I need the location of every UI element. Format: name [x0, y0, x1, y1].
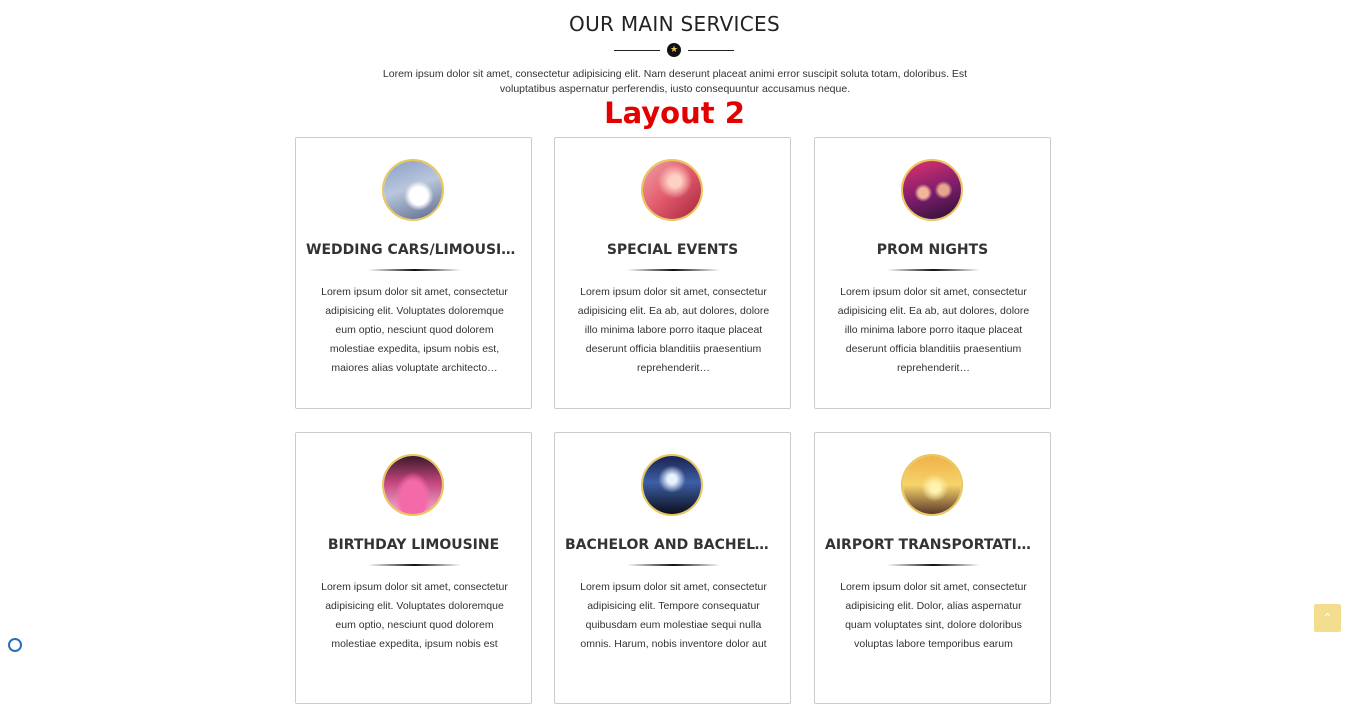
card-divider [368, 564, 461, 566]
divider-line-left [614, 50, 660, 51]
intro-line-1: Lorem ipsum dolor sit amet, consectetur … [382, 68, 968, 80]
card-divider [627, 564, 720, 566]
card-text: Lorem ipsum dolor sit amet, consectetur … [837, 286, 1030, 374]
title-divider: ★ [614, 43, 734, 57]
scroll-to-top-button[interactable]: ⌃ [1314, 604, 1341, 632]
service-card[interactable]: PROM NIGHTS Lorem ipsum dolor sit amet, … [814, 137, 1051, 409]
concert-photo[interactable] [641, 159, 703, 221]
birthday-photo[interactable] [382, 454, 444, 516]
card-divider [887, 564, 980, 566]
service-card[interactable]: BACHELOR AND BACHELOR… Lorem ipsum dolor… [554, 432, 791, 704]
card-title[interactable]: SPECIAL EVENTS [555, 242, 790, 258]
card-text: Lorem ipsum dolor sit amet, consectetur … [321, 581, 508, 650]
service-card[interactable]: WEDDING CARS/LIMOUSINE Lorem ipsum dolor… [295, 137, 532, 409]
card-text: Lorem ipsum dolor sit amet, consectetur … [577, 286, 770, 374]
card-divider [887, 269, 980, 271]
intro-line-2: voluptatibus aspernatur perferendis, ius… [499, 83, 851, 95]
service-card[interactable]: AIRPORT TRANSPORTATION Lorem ipsum dolor… [814, 432, 1051, 704]
card-text: Lorem ipsum dolor sit amet, consectetur … [840, 581, 1027, 650]
card-text: Lorem ipsum dolor sit amet, consectetur … [580, 581, 767, 650]
card-title[interactable]: AIRPORT TRANSPORTATION [815, 537, 1050, 553]
service-card[interactable]: SPECIAL EVENTS Lorem ipsum dolor sit ame… [554, 137, 791, 409]
widget-badge-icon[interactable] [8, 638, 22, 652]
wedding-photo[interactable] [382, 159, 444, 221]
star-icon: ★ [667, 43, 681, 57]
card-title[interactable]: BACHELOR AND BACHELOR… [555, 537, 790, 553]
card-title[interactable]: WEDDING CARS/LIMOUSINE [296, 242, 531, 258]
crowd-photo[interactable] [641, 454, 703, 516]
divider-line-right [688, 50, 734, 51]
card-text: Lorem ipsum dolor sit amet, consectetur … [321, 286, 508, 374]
card-divider [368, 269, 461, 271]
card-title[interactable]: PROM NIGHTS [815, 242, 1050, 258]
service-card[interactable]: BIRTHDAY LIMOUSINE Lorem ipsum dolor sit… [295, 432, 532, 704]
section-title: OUR MAIN SERVICES [569, 12, 780, 36]
card-title[interactable]: BIRTHDAY LIMOUSINE [296, 537, 531, 553]
section-intro: Lorem ipsum dolor sit amet, consectetur … [374, 67, 976, 97]
airplane-photo[interactable] [901, 454, 963, 516]
party-photo[interactable] [901, 159, 963, 221]
chevron-up-icon: ⌃ [1322, 611, 1333, 625]
layout-label: Layout 2 [604, 96, 745, 130]
card-divider [627, 269, 720, 271]
